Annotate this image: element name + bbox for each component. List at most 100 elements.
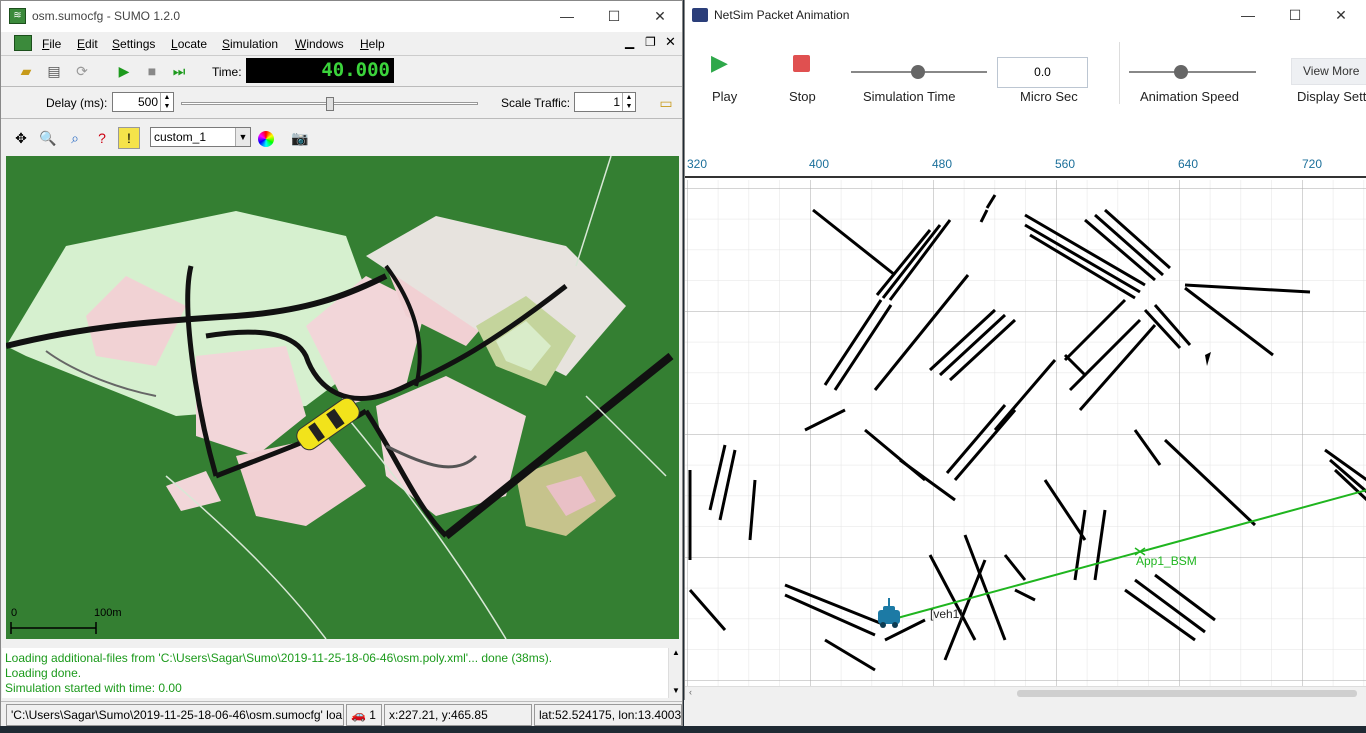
netsim-close-button[interactable]: ✕ — [1318, 0, 1364, 30]
status-xy: x:227.21, y:465.85 — [384, 704, 532, 726]
delay-slider-thumb[interactable] — [326, 97, 334, 111]
sumo-toolbar-delay: Delay (ms): 500 ▲ ▼ Scale Traffic: 1 ▲ ▼ ▭ — [1, 88, 682, 119]
toolbar-divider — [1119, 42, 1120, 104]
delay-spinner-arrows[interactable]: ▲ ▼ — [160, 93, 173, 111]
time-display: 40.000 — [246, 58, 394, 83]
scale-traffic-value: 1 — [613, 95, 620, 109]
stop-label[interactable]: Stop — [789, 89, 816, 104]
play-label[interactable]: Play — [712, 89, 737, 104]
ruler-tick: 400 — [809, 157, 830, 171]
delay-spinner[interactable]: 500 ▲ ▼ — [112, 92, 174, 112]
mdi-minimize-icon[interactable]: ▁ — [625, 35, 634, 49]
status-latlon: lat:52.524175, lon:13.400388 — [534, 704, 682, 726]
sumo-statusbar: 'C:\Users\Sagar\Sumo\2019-11-25-18-06-46… — [1, 701, 682, 727]
map-building-pink-4 — [196, 346, 306, 456]
log-line: Loading additional-files from 'C:\Users\… — [5, 651, 553, 665]
delay-slider[interactable] — [181, 97, 478, 111]
play-icon[interactable]: ▶ — [113, 60, 135, 82]
menu-edit[interactable]: Edit — [77, 37, 98, 51]
simulation-time-slider-thumb[interactable] — [911, 65, 925, 79]
sumo-window: ≋ osm.sumocfg - SUMO 1.2.0 — ☐ ✕ File Ed… — [0, 0, 683, 733]
delay-label: Delay (ms): — [46, 96, 108, 110]
log-scrollbar[interactable]: ▲ ▼ — [668, 648, 682, 698]
menu-locate[interactable]: Locate — [171, 37, 207, 51]
play-icon[interactable]: ▶ — [711, 50, 728, 76]
sumo-app-icon: ≋ — [9, 8, 26, 24]
netsim-titlebar[interactable]: NetSim Packet Animation — ☐ ✕ — [685, 0, 1366, 31]
chevron-down-icon[interactable]: ▼ — [235, 128, 250, 146]
locate-junction-icon[interactable]: ⌕ — [64, 127, 86, 149]
sumo-toolbar-main: ▰ ▤ ⟳ ▶ ■ ⏭ Time: 40.000 — [1, 57, 682, 87]
canvas-horizontal-scrollbar[interactable]: ‹ — [685, 686, 1366, 700]
animation-speed-label: Animation Speed — [1140, 89, 1240, 104]
animation-speed-slider[interactable] — [1129, 71, 1256, 73]
view-more-label: View More — [1303, 64, 1360, 78]
tooltip-icon[interactable]: ! — [118, 127, 140, 149]
micro-sec-label: Micro Sec — [1020, 89, 1078, 104]
ruler-tick: 640 — [1178, 157, 1199, 171]
scale-spinner-arrows[interactable]: ▲ ▼ — [622, 93, 635, 111]
scroll-down-icon[interactable]: ▼ — [672, 686, 680, 695]
menu-settings[interactable]: Settings — [112, 37, 155, 51]
sumo-map-view[interactable]: 0 100m — [6, 156, 679, 639]
scroll-left-icon[interactable]: ‹ — [689, 687, 692, 697]
micro-sec-input[interactable]: 0.0 — [997, 57, 1088, 88]
new-window-icon[interactable]: ▭ — [655, 92, 677, 114]
car-icon: 🚗 — [351, 708, 366, 722]
netsim-app-icon — [692, 8, 708, 22]
color-wheel-icon[interactable] — [255, 127, 277, 149]
x-ruler: 320 400 480 560 640 720 — [685, 152, 1366, 178]
taskbar-edge — [0, 726, 1366, 733]
sumo-menubar: File Edit Settings Locate Simulation Win… — [1, 32, 682, 56]
scale-traffic-spinner[interactable]: 1 ▲ ▼ — [574, 92, 636, 112]
menu-file[interactable]: File — [42, 37, 61, 51]
reload-config-icon[interactable]: ▤ — [43, 60, 65, 82]
netsim-window-title: NetSim Packet Animation — [714, 8, 850, 22]
scroll-up-icon[interactable]: ▲ — [672, 648, 680, 657]
sumo-view-toolbar: ✥ 🔍 ⌕ ? ! custom_1 ▼ 📷 — [1, 123, 682, 154]
vehicle-node-label: [veh1] — [930, 607, 963, 621]
sumo-titlebar[interactable]: ≋ osm.sumocfg - SUMO 1.2.0 — ☐ ✕ — [1, 1, 682, 32]
netsim-minimize-button[interactable]: — — [1225, 0, 1271, 30]
view-more-button[interactable]: View More — [1291, 58, 1366, 85]
sumo-maximize-button[interactable]: ☐ — [591, 1, 637, 31]
sumo-minimize-button[interactable]: — — [544, 1, 590, 31]
scroll-thumb[interactable] — [1017, 690, 1357, 697]
netsim-window: NetSim Packet Animation — ☐ ✕ ▶ Play Sto… — [684, 0, 1366, 700]
camera-icon[interactable]: 📷 — [289, 127, 311, 149]
stop-icon[interactable] — [793, 55, 810, 72]
map-canvas — [6, 156, 674, 639]
menu-simulation[interactable]: Simulation — [222, 37, 278, 51]
map-white-line-3 — [575, 156, 612, 267]
menu-windows[interactable]: Windows — [295, 37, 344, 51]
status-file: 'C:\Users\Sagar\Sumo\2019-11-25-18-06-46… — [6, 704, 344, 726]
time-label: Time: — [212, 65, 242, 79]
scale-traffic-label: Scale Traffic: — [501, 96, 571, 110]
netsim-maximize-button[interactable]: ☐ — [1272, 0, 1318, 30]
viewport-scheme-combo[interactable]: custom_1 ▼ — [150, 127, 251, 147]
recenter-icon[interactable]: ✥ — [10, 127, 32, 149]
display-settings-label[interactable]: Display Setti — [1297, 89, 1366, 104]
mdi-close-icon[interactable]: ✕ — [665, 34, 676, 50]
map-white-line-4 — [585, 395, 667, 477]
menu-help[interactable]: Help — [360, 37, 385, 51]
ruler-tick: 720 — [1302, 157, 1323, 171]
refresh-icon[interactable]: ⟳ — [71, 60, 93, 82]
sumo-menu-icon[interactable] — [14, 35, 32, 51]
application-label: App1_BSM — [1136, 554, 1197, 568]
query-icon[interactable]: ? — [91, 127, 113, 149]
sumo-close-button[interactable]: ✕ — [637, 1, 682, 31]
micro-sec-value: 0.0 — [1034, 65, 1051, 79]
stop-icon[interactable]: ■ — [141, 60, 163, 82]
scale-bar-length: 100m — [94, 607, 122, 619]
status-vehicle-count: 1 — [369, 708, 376, 722]
mdi-restore-icon[interactable]: ❐ — [645, 35, 656, 49]
scale-bar-zero: 0 — [11, 607, 18, 619]
step-icon[interactable]: ⏭ — [168, 60, 190, 82]
open-folder-icon[interactable]: ▰ — [15, 60, 37, 82]
zoom-icon[interactable]: 🔍 — [37, 127, 59, 149]
animation-canvas[interactable]: [veh1] App1_BSM — [685, 180, 1366, 686]
animation-speed-slider-thumb[interactable] — [1174, 65, 1188, 79]
ruler-tick: 320 — [687, 157, 708, 171]
simulation-time-label: Simulation Time — [863, 89, 956, 104]
